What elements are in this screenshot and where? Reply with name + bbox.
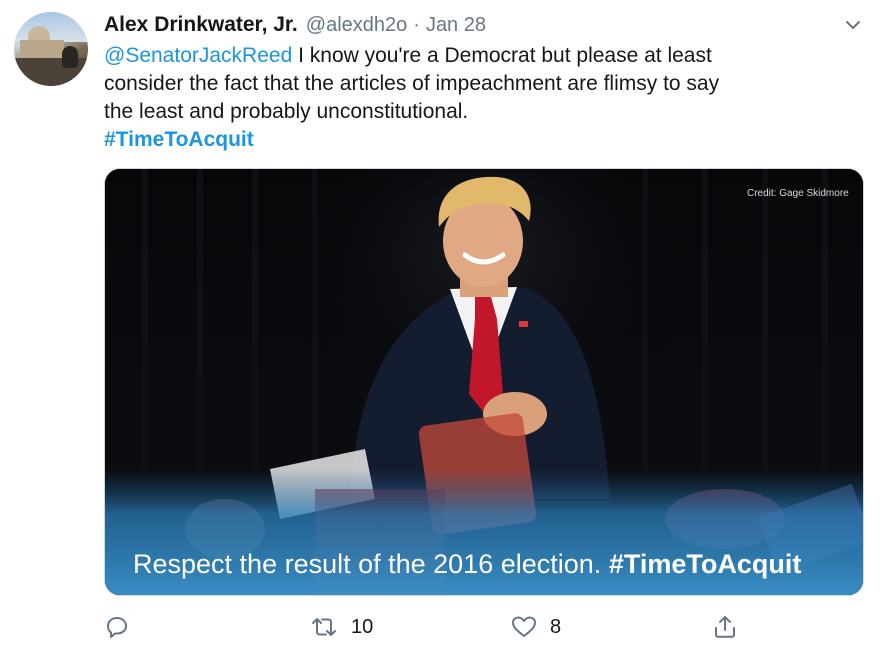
- mention-link[interactable]: @SenatorJackReed: [104, 44, 292, 67]
- heart-icon: [510, 614, 538, 640]
- media-image[interactable]: Credit: Gage Skidmore Respect the result…: [104, 168, 864, 596]
- avatar[interactable]: [14, 12, 88, 86]
- reply-button[interactable]: [104, 610, 130, 644]
- tweet-date[interactable]: Jan 28: [426, 14, 486, 37]
- photo-credit: Credit: Gage Skidmore: [747, 188, 849, 199]
- tweet-text-line-3: the least and probably unconstitutional.: [104, 100, 469, 123]
- header-separator: ·: [413, 13, 420, 36]
- share-button[interactable]: [712, 610, 738, 644]
- hashtag-link[interactable]: #TimeToAcquit: [104, 128, 254, 151]
- media-caption: Respect the result of the 2016 election.…: [133, 549, 801, 580]
- tweet-text-line-1-rest: I know you're a Democrat but please at l…: [292, 44, 712, 67]
- like-button[interactable]: 8: [510, 610, 561, 644]
- media-caption-text: Respect the result of the 2016 election.: [133, 549, 602, 579]
- author-name[interactable]: Alex Drinkwater, Jr.: [104, 13, 298, 37]
- retweet-button[interactable]: 10: [309, 610, 373, 644]
- tweet-text-line-2: consider the fact that the articles of i…: [104, 72, 720, 95]
- media-caption-hashtag: #TimeToAcquit: [608, 549, 802, 579]
- author-handle[interactable]: @alexdh2o: [306, 14, 407, 37]
- avatar-building: [20, 40, 64, 58]
- tweet-hashtag-line: #TimeToAcquit: [104, 126, 844, 154]
- share-icon: [712, 614, 738, 640]
- retweet-icon: [309, 614, 339, 640]
- retweet-count: 10: [351, 615, 374, 638]
- avatar-person: [62, 46, 78, 68]
- tweet-text: @SenatorJackReed I know you're a Democra…: [104, 42, 844, 154]
- tweet-text-line-1: @SenatorJackReed I know you're a Democra…: [104, 42, 844, 70]
- media-illustration: [105, 169, 863, 595]
- like-count: 8: [550, 615, 562, 638]
- tweet-actions: 10 8: [104, 610, 864, 644]
- chevron-down-icon[interactable]: [842, 14, 864, 36]
- avatar-sky: [14, 12, 88, 42]
- reply-icon: [104, 614, 130, 640]
- tweet-header: Alex Drinkwater, Jr. @alexdh2o · Jan 28: [104, 10, 486, 40]
